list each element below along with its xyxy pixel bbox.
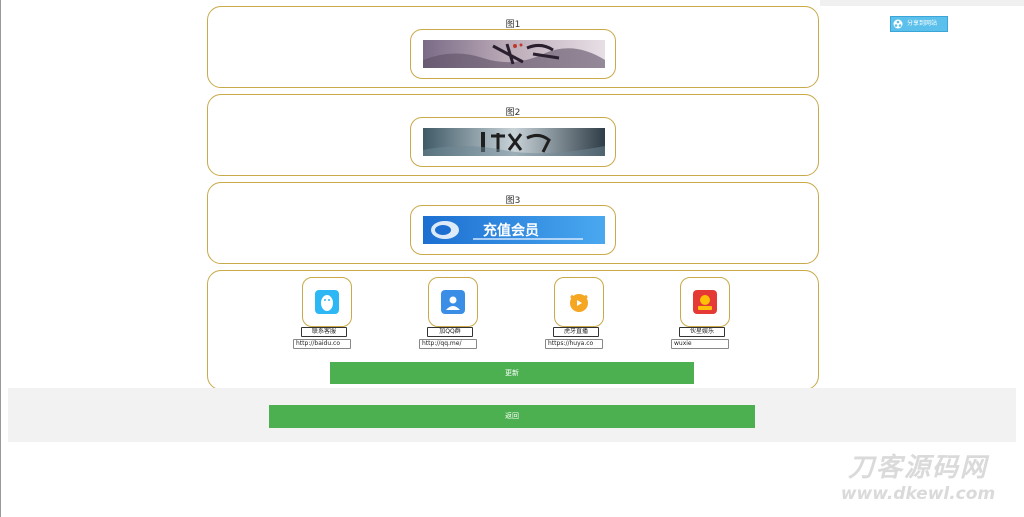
banner-frame: 充值会员: [410, 205, 616, 255]
app-item: 伙星娱乐 wuxie: [671, 277, 735, 357]
footer-bar: 返回: [8, 388, 1016, 442]
app-item: 加QQ群 http://qq.me/: [419, 277, 483, 357]
app-name: 加QQ群: [427, 327, 473, 337]
share-widget[interactable]: 分享到网站: [890, 16, 948, 32]
update-button[interactable]: 更新: [330, 362, 694, 384]
app-icon-frame[interactable]: [428, 277, 478, 327]
return-button[interactable]: 返回: [269, 405, 755, 428]
app-name: 虎牙直播: [553, 327, 599, 337]
watermark-url: www.dkewl.com: [840, 484, 996, 504]
image-panel-1: 图1: [207, 6, 819, 88]
watermark: 刀客源码网 www.dkewl.com: [818, 452, 1018, 512]
share-label: 分享到网站: [907, 20, 938, 27]
app-icon-frame[interactable]: [680, 277, 730, 327]
apps-panel: 联系客服 http://baidu.co 加QQ群 http://qq.me/: [207, 270, 819, 390]
app-url-field[interactable]: https://huya.co: [545, 339, 603, 349]
qq-penguin-icon: [315, 290, 339, 314]
app-url-field[interactable]: http://baidu.co: [293, 339, 351, 349]
share-icon: [893, 19, 903, 29]
app-url-field[interactable]: wuxie: [671, 339, 729, 349]
app-icon-frame[interactable]: [302, 277, 352, 327]
app-name: 联系客服: [301, 327, 347, 337]
banner-image-3[interactable]: 充值会员: [423, 216, 605, 244]
app-item: 虎牙直播 https://huya.co: [545, 277, 609, 357]
app-name: 伙星娱乐: [679, 327, 725, 337]
app-icon-frame[interactable]: [554, 277, 604, 327]
top-right-strip: [820, 0, 1024, 6]
banner-frame: [410, 29, 616, 79]
banner-image-2[interactable]: [423, 128, 605, 156]
banner-image-1[interactable]: [423, 40, 605, 68]
watermark-title: 刀客源码网: [847, 453, 988, 483]
red-app-icon: [693, 290, 717, 314]
image-panel-3: 图3 充值会员: [207, 182, 819, 264]
left-edge-line: [0, 0, 1, 517]
app-url-field[interactable]: http://qq.me/: [419, 339, 477, 349]
image-panel-2: 图2: [207, 94, 819, 176]
huya-tiger-icon: [567, 290, 591, 314]
banner-3-text: 充值会员: [483, 222, 539, 239]
banner-frame: [410, 117, 616, 167]
qq-group-icon: [441, 290, 465, 314]
app-item: 联系客服 http://baidu.co: [293, 277, 357, 357]
